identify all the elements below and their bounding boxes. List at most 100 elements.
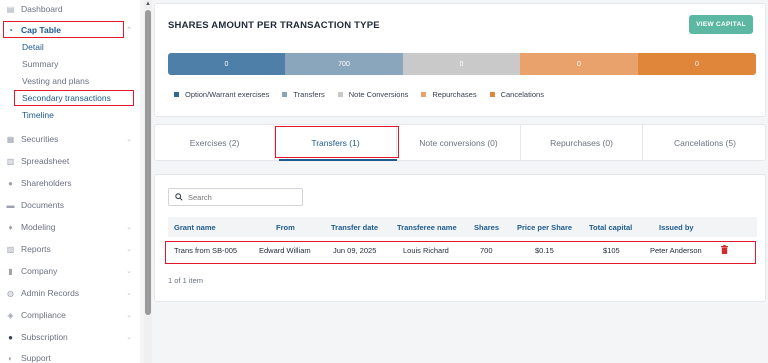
subscription-icon: ● (8, 332, 13, 342)
legend-dot (421, 92, 427, 97)
tab-note-conversions[interactable]: Note conversions (0) (397, 125, 521, 161)
pagination-info: 1 of 1 item (168, 276, 204, 285)
sidebar-item-label: Support (21, 353, 51, 363)
col-transferee-name: Transferee name (397, 223, 457, 232)
search-icon (175, 193, 183, 201)
legend-label: Transfers (293, 90, 325, 99)
dashboard-icon: ▤ (6, 4, 15, 14)
sidebar-item-label: Subscription (21, 332, 68, 342)
legend-label: Option/Warrant exercises (185, 90, 270, 99)
report-icon: ▧ (6, 244, 15, 254)
table-header: Grant name From Transfer date Transferee… (168, 217, 757, 237)
tab-repurchases[interactable]: Repurchases (0) (521, 125, 643, 161)
sidebar-item-subscription[interactable]: ● Subscription ⌄ (6, 330, 134, 344)
sidebar-item-label: Documents (21, 200, 64, 210)
shares-summary-card: SHARES AMOUNT PER TRANSACTION TYPE VIEW … (154, 3, 766, 117)
chevron-down-icon: ⌄ (126, 224, 132, 231)
sidebar-subitem-detail[interactable]: Detail (22, 41, 44, 53)
sidebar-item-label: Dashboard (21, 4, 63, 14)
card-title: SHARES AMOUNT PER TRANSACTION TYPE (168, 20, 380, 31)
search-box[interactable] (168, 188, 303, 206)
legend-dot (282, 92, 288, 97)
shares-bar: 0 700 0 0 0 (168, 53, 756, 75)
sidebar-subitem-timeline[interactable]: Timeline (22, 109, 54, 121)
sidebar-item-support[interactable]: ◐ Support (6, 351, 134, 363)
col-grant-name: Grant name (174, 223, 216, 232)
highlight-box (275, 126, 399, 158)
col-price-per-share: Price per Share (517, 223, 573, 232)
col-transfer-date: Transfer date (331, 223, 379, 232)
scroll-thumb[interactable] (145, 10, 151, 315)
sidebar-item-label: Spreadsheet (21, 156, 70, 166)
sidebar-item-shareholders[interactable]: ● Shareholders (6, 176, 134, 190)
legend-item: Transfers (282, 90, 325, 99)
building-icon: ▮ (8, 266, 13, 276)
tab-cancelations[interactable]: Cancelations (5) (643, 125, 767, 161)
sidebar-item-label: Shareholders (21, 178, 72, 188)
sidebar-item-label: Company (21, 266, 58, 276)
sidebar-item-dashboard[interactable]: ▤ Dashboard (6, 2, 134, 16)
active-tab-indicator (279, 159, 397, 161)
sidebar-item-label: Reports (21, 244, 51, 254)
transfers-table-card: Grant name From Transfer date Transferee… (154, 174, 766, 302)
sidebar-item-compliance[interactable]: ◈ Compliance ⌄ (6, 308, 134, 322)
sidebar-item-spreadsheet[interactable]: ▥ Spreadsheet (6, 154, 134, 168)
sidebar-item-securities[interactable]: ▦ Securities ⌄ (6, 132, 134, 146)
chevron-down-icon: ⌄ (126, 136, 132, 143)
search-input[interactable] (188, 192, 298, 202)
col-total-capital: Total capital (589, 223, 633, 232)
sidebar-item-label: Compliance (21, 310, 66, 320)
sidebar-scrollbar[interactable]: ▲ (144, 0, 152, 363)
folder-icon: ▬ (6, 200, 15, 210)
user-icon: ● (8, 178, 13, 188)
records-icon: ◍ (7, 288, 14, 298)
sidebar-item-label: Securities (21, 134, 59, 144)
chevron-down-icon: ⌄ (126, 268, 132, 275)
col-issued-by: Issued by (659, 223, 694, 232)
sidebar-item-company[interactable]: ▮ Company ⌄ (6, 264, 134, 278)
sidebar-item-label: Admin Records (21, 288, 80, 298)
tab-exercises[interactable]: Exercises (2) (155, 125, 275, 161)
chevron-down-icon: ⌄ (126, 246, 132, 253)
legend-dot (489, 92, 495, 97)
sidebar-item-documents[interactable]: ▬ Documents (6, 198, 134, 212)
legend-label: Repurchases (432, 90, 477, 99)
bar-segment-cancelations: 0 (638, 53, 756, 75)
grid-icon: ▥ (6, 156, 15, 166)
legend-item: Note Conversions (337, 90, 409, 99)
sidebar-item-admin-records[interactable]: ◍ Admin Records ⌄ (6, 286, 134, 300)
chevron-down-icon: ⌄ (126, 312, 132, 319)
lightbulb-icon: ♦ (8, 222, 13, 232)
legend-dot (337, 92, 343, 97)
chevron-up-icon: ⌃ (126, 27, 132, 34)
sidebar-item-reports[interactable]: ▧ Reports ⌄ (6, 242, 134, 256)
bar-segment-transfers: 700 (285, 53, 403, 75)
bar-segment-exercises: 0 (168, 53, 285, 75)
legend-label: Cancelations (500, 90, 544, 99)
bar-segment-repurchases: 0 (520, 53, 638, 75)
scroll-up-icon[interactable]: ▲ (144, 0, 152, 8)
legend-item: Option/Warrant exercises (174, 90, 269, 99)
highlight-box (14, 90, 134, 106)
chevron-down-icon: ⌄ (126, 290, 132, 297)
document-icon: ▦ (6, 134, 15, 144)
sidebar-item-modeling[interactable]: ♦ Modeling ⌄ (6, 220, 134, 234)
highlight-box (3, 21, 124, 38)
support-icon: ◐ (8, 353, 13, 363)
shield-icon: ◈ (7, 310, 14, 320)
legend: Option/Warrant exercises Transfers Note … (174, 90, 557, 99)
legend-dot (174, 92, 179, 97)
transaction-tabs: Exercises (2) Transfers (1) Note convers… (154, 124, 766, 161)
legend-item: Cancelations (489, 90, 544, 99)
sidebar-subitem-vesting[interactable]: Vesting and plans (22, 75, 89, 87)
chevron-down-icon: ⌄ (126, 334, 132, 341)
col-shares: Shares (474, 223, 500, 232)
legend-item: Repurchases (421, 90, 477, 99)
sidebar: ▤ Dashboard ◔ Cap Table ⌃ Detail Summary… (0, 0, 140, 363)
highlight-box (165, 241, 756, 264)
legend-label: Note Conversions (348, 90, 409, 99)
bar-segment-note-conversions: 0 (403, 53, 520, 75)
view-capital-button[interactable]: VIEW CAPITAL (689, 15, 753, 34)
sidebar-item-label: Modeling (21, 222, 56, 232)
sidebar-subitem-summary[interactable]: Summary (22, 58, 58, 70)
